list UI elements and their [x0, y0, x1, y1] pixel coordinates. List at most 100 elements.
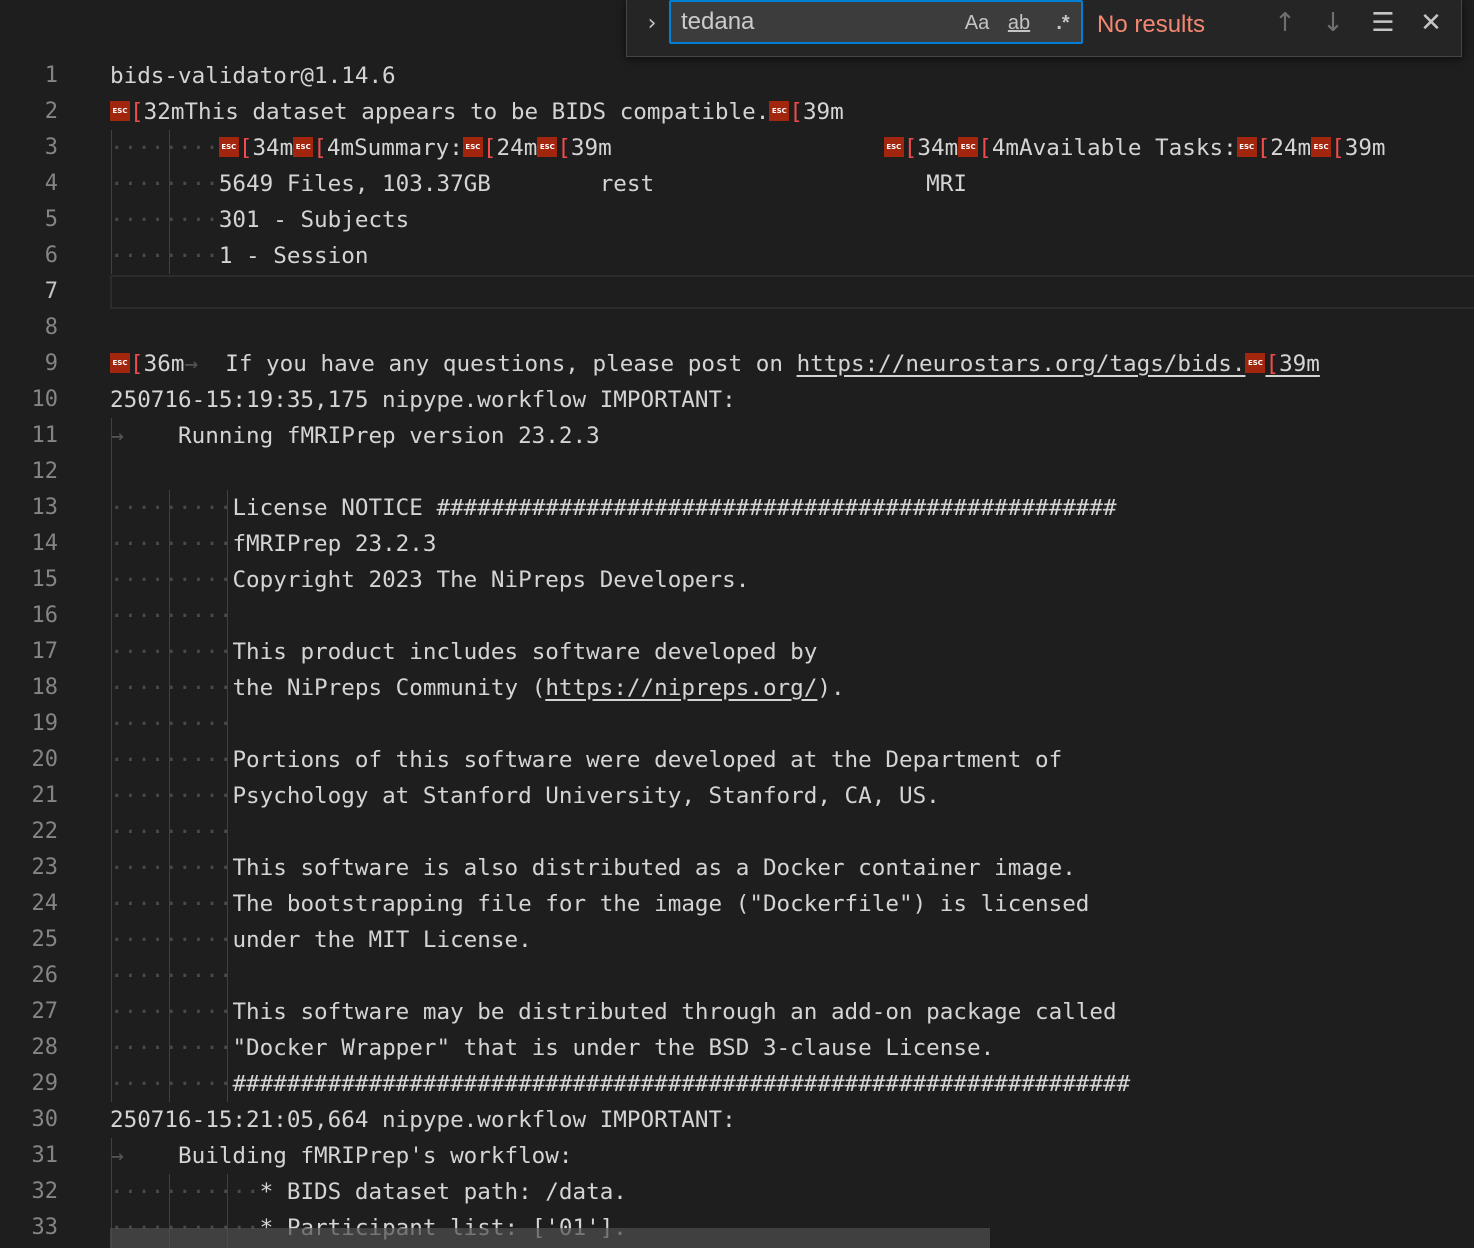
link-text[interactable]: https://nipreps.org/ [545, 675, 817, 701]
editor-line[interactable]: 27 ·········This software may be distribu… [0, 994, 1474, 1030]
editor-line[interactable]: 22 ········· [0, 814, 1474, 850]
editor-line[interactable]: 13 ·········License NOTICE ##############… [0, 490, 1474, 526]
editor-line[interactable]: 20 ·········Portions of this software wer… [0, 742, 1474, 778]
line-number: 9 [44, 351, 58, 376]
line-content[interactable]: ········1 - Session [110, 238, 368, 274]
editor-line[interactable]: 14 ·········fMRIPrep 23.2.3 [0, 526, 1474, 562]
line-content[interactable]: ········· [110, 814, 232, 850]
editor-line[interactable]: 7 [0, 274, 1474, 310]
line-number: 21 [31, 783, 59, 808]
whitespace-marker: ········ [110, 171, 219, 197]
line-number: 13 [31, 495, 59, 520]
line-content[interactable]: ·········This product includes software … [110, 634, 817, 670]
editor-line[interactable]: 30 250716-15:21:05,664 nipype.workflow IM… [0, 1102, 1474, 1138]
code-text: If you have any questions, please post o… [211, 351, 797, 377]
editor-line[interactable]: 15 ·········Copyright 2023 The NiPreps De… [0, 562, 1474, 598]
line-content[interactable]: ·········Portions of this software were … [110, 742, 1062, 778]
line-content[interactable]: 250716-15:19:35,175 nipype.workflow IMPO… [110, 382, 736, 418]
editor-line[interactable]: 8 [0, 310, 1474, 346]
editor-line[interactable]: 31 → Building fMRIPrep's workflow: [0, 1138, 1474, 1174]
editor-line[interactable]: 28 ·········"Docker Wrapper" that is unde… [0, 1030, 1474, 1066]
editor-line[interactable]: 16 ········· [0, 598, 1474, 634]
line-content[interactable]: ········ ESC [34m ESC [4mSummary: ESC [24m ESC[… [110, 130, 1386, 166]
line-number: 29 [31, 1071, 59, 1096]
find-in-selection-icon[interactable]: ☰ [1365, 6, 1401, 40]
line-content[interactable]: ESC [36m→ If you have any questions, plea… [110, 346, 1320, 382]
line-content[interactable]: ········301 - Subjects [110, 202, 409, 238]
line-number: 16 [31, 603, 59, 628]
line-content[interactable]: ·········This software is also distribut… [110, 850, 1076, 886]
line-content[interactable]: ·········Psychology at Stanford Universi… [110, 778, 940, 814]
line-content[interactable]: bids-validator@1.14.6 [110, 58, 396, 94]
line-content[interactable]: ·········"Docker Wrapper" that is under … [110, 1030, 994, 1066]
link-text[interactable]: https://neurostars.org/tags/bids. [797, 351, 1246, 377]
line-content[interactable]: ·········fMRIPrep 23.2.3 [110, 526, 436, 562]
editor-line[interactable]: 23 ·········This software is also distrib… [0, 850, 1474, 886]
editor-line[interactable]: 12 [0, 454, 1474, 490]
line-number: 15 [31, 567, 59, 592]
indent-guide [111, 418, 112, 1102]
indent-guide [169, 490, 170, 1102]
line-content[interactable]: ········5649 Files, 103.37GB rest MRI [110, 166, 967, 202]
code-text: Running fMRIPrep version 23.2.3 [178, 423, 600, 449]
editor-line[interactable]: 17 ·········This product includes softwar… [0, 634, 1474, 670]
line-content[interactable]: → Running fMRIPrep version 23.2.3 [110, 418, 600, 454]
editor-line[interactable]: 29 ·········#############################… [0, 1066, 1474, 1102]
chevron-right-icon[interactable]: › [641, 8, 663, 40]
editor-line[interactable]: 3 ········ ESC [34m ESC [4mSummary: ESC [24m ESC… [0, 130, 1474, 166]
esc-control-badge: ESC [110, 352, 130, 373]
line-content[interactable]: ESC [32mThis dataset appears to be BIDS c… [110, 94, 844, 130]
line-content[interactable]: ········· [110, 706, 232, 742]
editor-line[interactable]: 25 ·········under the MIT License. [0, 922, 1474, 958]
line-number: 6 [44, 243, 58, 268]
code-editor[interactable]: 1 bids-validator@1.14.6 2 ESC [32mThis datas… [0, 0, 1474, 1248]
line-content[interactable]: ·········the NiPreps Community (https://… [110, 670, 845, 706]
link-text[interactable]: 39m [1279, 351, 1320, 377]
line-content[interactable]: ·········License NOTICE ################… [110, 490, 1117, 526]
horizontal-scrollbar[interactable] [110, 1228, 990, 1248]
line-content[interactable]: ·········under the MIT License. [110, 922, 532, 958]
editor-line[interactable]: 2 ESC [32mThis dataset appears to be BIDS … [0, 94, 1474, 130]
editor-line[interactable]: 19 ········· [0, 706, 1474, 742]
editor-line[interactable]: 21 ·········Psychology at Stanford Univer… [0, 778, 1474, 814]
match-case-toggle[interactable]: Aa [961, 8, 993, 38]
editor-line[interactable]: 6 ········1 - Session [0, 238, 1474, 274]
editor-line[interactable]: 26 ········· [0, 958, 1474, 994]
editor-line[interactable]: 9 ESC [36m→ If you have any questions, ple… [0, 346, 1474, 382]
line-content[interactable]: 250716-15:21:05,664 nipype.workflow IMPO… [110, 1102, 736, 1138]
code-text: Copyright 2023 The NiPreps Developers. [232, 567, 750, 593]
editor-line[interactable]: 24 ·········The bootstrapping file for th… [0, 886, 1474, 922]
line-content[interactable]: ········· [110, 958, 232, 994]
whitespace-marker: ··········· [110, 1179, 260, 1205]
arrow-up-icon[interactable]: ↑ [1267, 6, 1303, 40]
line-content[interactable]: ·········###############################… [110, 1066, 1130, 1102]
close-icon[interactable]: ✕ [1413, 6, 1449, 40]
code-text: 34m [917, 135, 959, 161]
editor-line[interactable]: 1 bids-validator@1.14.6 [0, 58, 1474, 94]
line-content[interactable]: ·········Copyright 2023 The NiPreps Deve… [110, 562, 749, 598]
code-text: [ [903, 135, 918, 161]
esc-control-badge: ESC [293, 136, 314, 157]
editor-line[interactable]: 11 → Running fMRIPrep version 23.2.3 [0, 418, 1474, 454]
editor-line[interactable]: 10 250716-15:19:35,175 nipype.workflow IM… [0, 382, 1474, 418]
whole-word-toggle[interactable]: ab [1001, 8, 1037, 38]
find-input[interactable] [681, 6, 951, 38]
line-content[interactable]: ···········* BIDS dataset path: /data. [110, 1174, 627, 1210]
esc-control-badge: ESC [537, 136, 558, 157]
editor-line[interactable]: 4 ········5649 Files, 103.37GB rest MRI [0, 166, 1474, 202]
line-content[interactable]: ·········This software may be distribute… [110, 994, 1117, 1030]
line-content[interactable]: ·········The bootstrapping file for the … [110, 886, 1089, 922]
line-content[interactable]: ········· [110, 598, 232, 634]
link-text[interactable]: [ [1265, 351, 1279, 377]
editor-line[interactable]: 5 ········301 - Subjects [0, 202, 1474, 238]
find-result-text: No results [1097, 11, 1206, 38]
code-text: [ [1331, 135, 1345, 161]
arrow-down-icon[interactable]: ↓ [1315, 6, 1351, 40]
regex-toggle[interactable]: .* [1047, 8, 1079, 38]
line-number: 12 [31, 459, 59, 484]
code-text: 39m [570, 135, 884, 161]
find-input-box[interactable]: Aa ab .* [669, 0, 1083, 44]
line-content[interactable]: → Building fMRIPrep's workflow: [110, 1138, 573, 1174]
editor-line[interactable]: 32 ···········* BIDS dataset path: /data. [0, 1174, 1474, 1210]
editor-line[interactable]: 18 ·········the NiPreps Community (https:… [0, 670, 1474, 706]
